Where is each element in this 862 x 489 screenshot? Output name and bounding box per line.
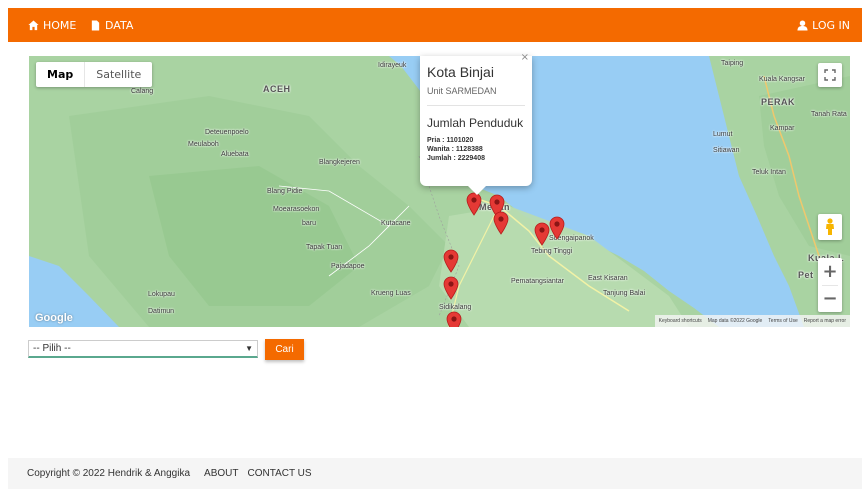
map-label: Tanjung Balai <box>603 290 646 297</box>
map-marker[interactable] <box>446 311 462 327</box>
map-label: Sitiawan <box>713 147 740 154</box>
map-data-text: Map data ©2022 Google <box>707 318 763 324</box>
pegman-icon <box>826 218 834 235</box>
region-select-value: -- Pilih -- <box>33 343 71 354</box>
map-label: Calang <box>131 88 154 95</box>
zoom-separator <box>822 285 838 286</box>
user-icon <box>797 19 808 31</box>
map-type-control: Map Satellite <box>36 62 153 87</box>
map-marker[interactable] <box>443 249 459 273</box>
map-label: Pet <box>798 270 814 280</box>
map-attribution: Keyboard shortcuts Map data ©2022 Google… <box>654 315 850 327</box>
map-label: Idirayeuk <box>378 62 407 69</box>
zoom-control: + − <box>818 258 842 312</box>
nav-data-link[interactable]: DATA <box>90 8 133 42</box>
map-type-satellite-button[interactable]: Satellite <box>84 62 152 87</box>
file-icon <box>91 19 100 31</box>
map-label: PERAK <box>761 97 796 107</box>
map-label: Tanah Rata <box>811 111 847 118</box>
map-marker[interactable] <box>549 216 565 240</box>
info-window-tail <box>468 186 486 195</box>
map-label: ACEH <box>263 84 291 94</box>
map-label: Tapak Tuan <box>306 244 343 251</box>
chevron-down-icon: ▼ <box>245 344 253 353</box>
map-label: baru <box>302 220 317 227</box>
map-label: Blang Pidie <box>267 188 303 195</box>
map-type-map-button[interactable]: Map <box>36 62 84 87</box>
terms-link[interactable]: Terms of Use <box>768 318 797 324</box>
info-window-pria: Pria : 1101020 <box>427 137 474 144</box>
navbar: HOME DATA LOG IN <box>8 8 862 42</box>
home-icon <box>28 19 39 30</box>
info-window-divider <box>427 105 525 106</box>
info-window-title: Kota Binjai <box>427 64 494 80</box>
info-window-heading: Jumlah Penduduk <box>427 116 524 130</box>
map-marker[interactable] <box>443 276 459 300</box>
zoom-in-button[interactable]: + <box>818 258 842 285</box>
search-button[interactable]: Cari <box>265 339 304 360</box>
info-window: × Kota Binjai Unit SARMEDAN Jumlah Pendu… <box>420 52 532 195</box>
footer-about-link[interactable]: ABOUT <box>204 468 238 479</box>
fullscreen-button[interactable] <box>818 63 842 87</box>
footer-copyright: Copyright © 2022 Hendrik & Anggika <box>27 468 191 479</box>
info-window-close-button[interactable]: × <box>521 52 529 63</box>
map-label: Blangkejeren <box>319 159 360 166</box>
map-label: Teluk Intan <box>752 169 786 176</box>
map-label: Moearasoekon <box>273 206 320 213</box>
google-logo[interactable]: Google <box>35 312 73 324</box>
zoom-out-button[interactable]: − <box>818 285 842 312</box>
nav-login-link[interactable]: LOG IN <box>797 8 850 42</box>
map-marker[interactable] <box>534 222 550 246</box>
street-view-button[interactable] <box>818 214 842 240</box>
fullscreen-icon <box>824 69 836 81</box>
map-label: Aluebata <box>221 151 249 158</box>
nav-home-label: HOME <box>43 18 77 32</box>
map-label: Kampar <box>770 125 795 132</box>
map-label: Pajadapoe <box>331 263 365 270</box>
keyboard-shortcuts-link[interactable]: Keyboard shortcuts <box>659 318 702 324</box>
map-label: Datimun <box>148 308 175 315</box>
map-label: Deteuenpoelo <box>205 129 249 136</box>
page: { "navbar": { "color": "#f46a00", "home_… <box>0 0 862 489</box>
map-label: Krueng Luas <box>371 290 411 297</box>
map-label: East Kisaran <box>588 275 628 282</box>
map-label: Lokupau <box>148 291 175 298</box>
map-label: Kuala Kangsar <box>759 76 805 83</box>
info-window-wanita: Wanita : 1128388 <box>427 146 483 153</box>
info-window-jumlah: Jumlah : 2229408 <box>427 155 485 162</box>
map-label: Kutacane <box>381 220 411 227</box>
map-label: Meulaboh <box>188 141 219 148</box>
nav-login-label: LOG IN <box>812 18 850 32</box>
nav-data-label: DATA <box>105 18 134 32</box>
map-label: Taiping <box>721 60 744 67</box>
map-label: Pematangsiantar <box>511 278 564 285</box>
report-error-link[interactable]: Report a map error <box>804 318 846 324</box>
map-marker[interactable] <box>466 192 482 216</box>
map-label: Lumut <box>713 131 733 138</box>
footer-contact-link[interactable]: CONTACT US <box>247 468 311 479</box>
footer: Copyright © 2022 Hendrik & Anggika ABOUT… <box>8 458 862 489</box>
map-label: Sidikalang <box>439 304 472 311</box>
map-marker[interactable] <box>493 211 509 235</box>
region-select[interactable]: -- Pilih -- ▼ <box>28 340 258 358</box>
nav-home-link[interactable]: HOME <box>28 8 76 42</box>
info-window-unit: Unit SARMEDAN <box>427 86 497 96</box>
map-label: Tebing Tinggi <box>531 248 573 255</box>
